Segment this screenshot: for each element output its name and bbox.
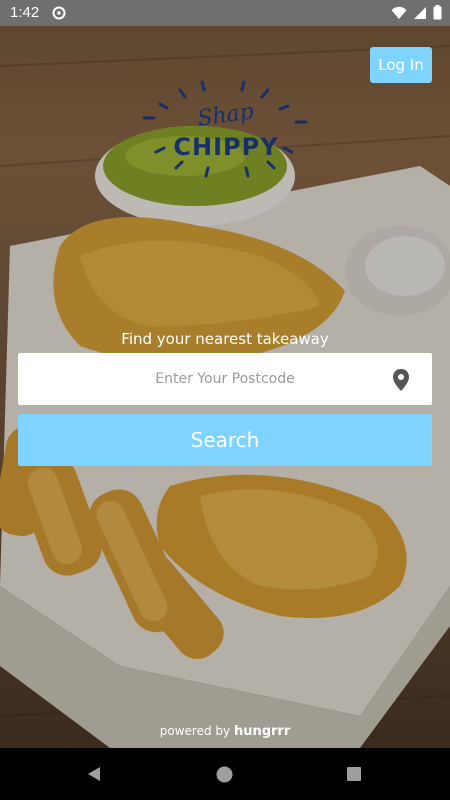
login-button[interactable]: Log In [370,47,432,83]
postcode-input[interactable] [18,353,432,405]
app-screen: 1:42 Log In Shap CHIPPY Find your neares… [0,0,450,800]
shap-chippy-logo: Shap CHIPPY [140,78,310,190]
navigation-bar [0,748,450,800]
powered-by-prefix: powered by [159,724,231,738]
wifi-icon [391,5,407,24]
system-icons [391,5,442,24]
search-button[interactable]: Search [18,414,432,466]
powered-by-footer: powered by hungrrr [0,724,450,739]
powered-by-brand: hungrrr [233,724,291,739]
postcode-field [18,353,432,405]
status-bar: 1:42 [0,0,450,26]
home-icon[interactable] [216,766,233,787]
recents-icon[interactable] [346,766,362,786]
status-time: 1:42 [10,4,40,21]
tagline: Find your nearest takeaway [121,330,329,348]
assistant-icon [52,5,66,20]
location-pin-icon[interactable] [392,368,410,396]
logo-text-shap: Shap [196,99,255,132]
signal-icon [413,5,427,24]
logo-text-chippy: CHIPPY [173,133,278,161]
back-icon[interactable] [86,766,102,786]
battery-icon [433,5,442,24]
